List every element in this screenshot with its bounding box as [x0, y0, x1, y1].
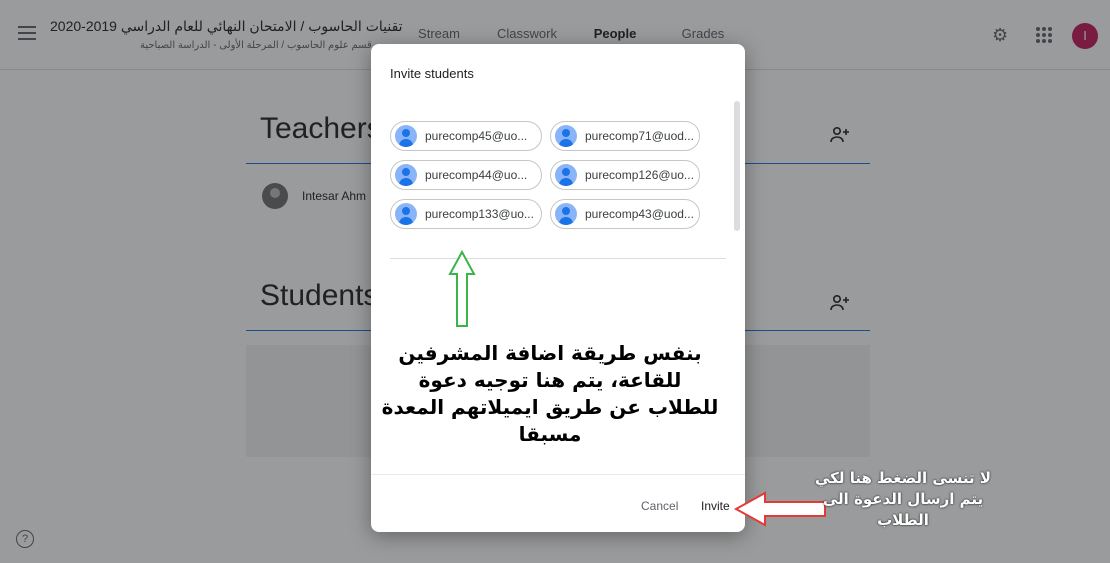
invitee-chip-list: purecomp45@uo... purecomp71@uod... purec…: [390, 121, 710, 229]
annotation-main-note: بنفس طريقة اضافة المشرفين للقاعة، يتم هن…: [381, 341, 719, 446]
invite-students-dialog: Invite students purecomp45@uo... purecom…: [371, 44, 745, 532]
chip-email: purecomp44@uo...: [425, 168, 528, 182]
cancel-button[interactable]: Cancel: [641, 499, 678, 513]
dialog-title: Invite students: [390, 66, 474, 81]
chip-email: purecomp71@uod...: [585, 129, 694, 143]
annotation-side-note: لا تنسى الضغط هنا لكي يتم ارسال الدعوة ا…: [814, 469, 992, 529]
user-avatar-icon: [395, 164, 417, 186]
invitee-chip[interactable]: purecomp45@uo...: [390, 121, 542, 151]
user-avatar-icon: [395, 203, 417, 225]
user-avatar-icon: [395, 125, 417, 147]
up-arrow-icon: [448, 250, 476, 327]
chip-email: purecomp126@uo...: [585, 168, 694, 182]
invitee-chip[interactable]: purecomp44@uo...: [390, 160, 542, 190]
invite-button[interactable]: Invite: [701, 499, 730, 513]
user-avatar-icon: [555, 125, 577, 147]
dialog-footer-divider: [371, 474, 745, 475]
user-avatar-icon: [555, 203, 577, 225]
invitee-chip[interactable]: purecomp126@uo...: [550, 160, 700, 190]
chip-email: purecomp43@uod...: [585, 207, 694, 221]
invitee-chip[interactable]: purecomp43@uod...: [550, 199, 700, 229]
chip-email: purecomp45@uo...: [425, 129, 528, 143]
input-underline: [390, 258, 726, 259]
user-avatar-icon: [555, 164, 577, 186]
invitee-chip[interactable]: purecomp133@uo...: [390, 199, 542, 229]
invitee-chip[interactable]: purecomp71@uod...: [550, 121, 700, 151]
chip-email: purecomp133@uo...: [425, 207, 534, 221]
chip-list-scrollbar[interactable]: [734, 101, 740, 231]
